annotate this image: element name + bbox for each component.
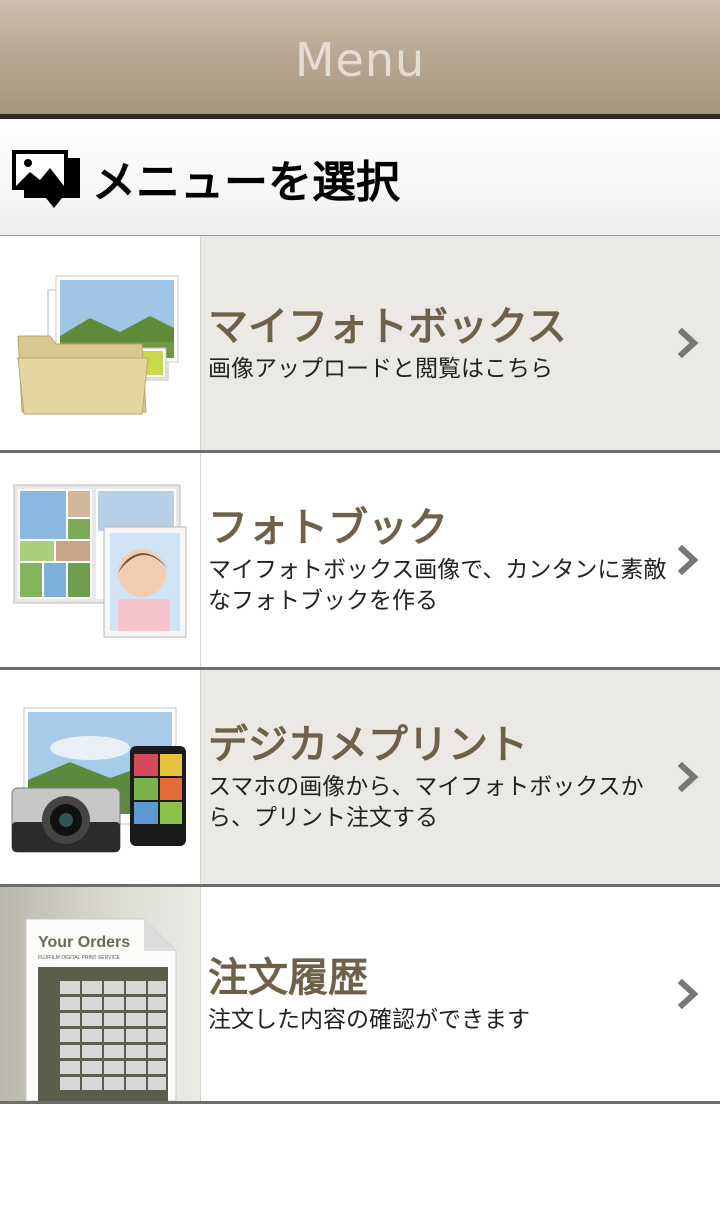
menu-item-text: 注文履歴 注文した内容の確認ができます (208, 887, 668, 1101)
chevron-right-icon (678, 545, 699, 575)
photo-folder-icon (0, 236, 201, 450)
chevron-right-icon (678, 328, 699, 358)
top-bar: Menu (0, 0, 720, 119)
section-title: メニューを選択 (92, 157, 400, 208)
menu-item-text: デジカメプリント スマホの画像から、マイフォトボックスから、プリント注文する (208, 670, 668, 884)
menu-item-title: 注文履歴 (208, 954, 368, 1001)
photobook-icon (0, 453, 201, 667)
photos-stack-icon (12, 150, 80, 208)
section-header: メニューを選択 (0, 119, 720, 237)
menu-item-subtitle: 画像アップロードと閲覧はこちら (208, 355, 553, 382)
menu-list: マイフォトボックス 画像アップロードと閲覧はこちら フォトブック マイフォトボッ… (0, 236, 720, 1104)
chevron-right-icon (678, 762, 699, 792)
app-screen: Menu メニューを選択 マイフォトボックス 画像アップロードと閲覧はこちら フ… (0, 0, 720, 1229)
menu-item-subtitle: スマホの画像から、マイフォトボックスから、プリント注文する (208, 774, 644, 831)
menu-item-order-history[interactable]: Your Orders FUJIFILM DIGITAL PRINT SERVI… (0, 887, 720, 1104)
camera-prints-icon (0, 670, 201, 884)
menu-item-my-photobox[interactable]: マイフォトボックス 画像アップロードと閲覧はこちら (0, 236, 720, 453)
menu-item-text: マイフォトボックス 画像アップロードと閲覧はこちら (208, 236, 668, 450)
orders-document-icon: Your Orders FUJIFILM DIGITAL PRINT SERVI… (0, 887, 201, 1101)
orders-thumb-caption: FUJIFILM DIGITAL PRINT SERVICE (38, 955, 120, 961)
chevron-right-icon (678, 979, 699, 1009)
menu-item-title: マイフォトボックス (208, 303, 567, 350)
menu-item-subtitle: 注文した内容の確認ができます (208, 1006, 530, 1033)
orders-thumb-title: Your Orders (38, 934, 130, 951)
menu-item-digicam-print[interactable]: デジカメプリント スマホの画像から、マイフォトボックスから、プリント注文する (0, 670, 720, 887)
menu-item-title: フォトブック (208, 505, 448, 551)
menu-item-subtitle: マイフォトボックス画像で、カンタンに素敵なフォトブックを作る (208, 557, 667, 614)
menu-item-photobook[interactable]: フォトブック マイフォトボックス画像で、カンタンに素敵なフォトブックを作る (0, 453, 720, 670)
menu-item-title: デジカメプリント (208, 722, 528, 768)
menu-item-text: フォトブック マイフォトボックス画像で、カンタンに素敵なフォトブックを作る (208, 453, 668, 667)
page-title: Menu (294, 33, 426, 87)
